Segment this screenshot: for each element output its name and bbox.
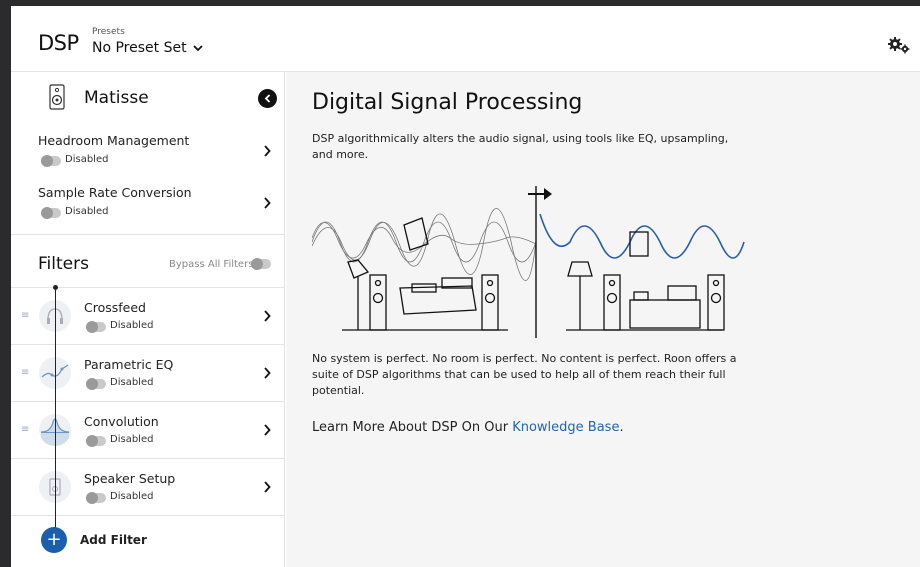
dsp-illustration [312,186,745,338]
body-text: No system is perfect. No room is perfect… [312,352,737,397]
headroom-toggle[interactable] [41,155,61,167]
drag-handle-icon[interactable]: ≡ [21,310,29,321]
preset-value: No Preset Set [92,40,187,56]
filter-name: Speaker Setup [84,471,176,486]
chevron-left-icon [264,94,270,103]
drag-handle-icon[interactable]: ≡ [21,367,29,378]
chevron-right-icon [264,310,271,322]
presets-label: Presets [92,27,125,37]
crossfeed-toggle[interactable] [86,321,106,333]
page-title: DSP [38,31,79,55]
learn-prefix: Learn More About DSP On Our [312,420,509,435]
filter-name: Crossfeed [84,300,146,315]
filter-name: Convolution [84,414,159,429]
speaker-icon [49,84,65,110]
learn-suffix: . [619,420,624,435]
chevron-down-icon [192,45,203,52]
sidebar: Matisse Headroom Management Disabled Sam… [11,72,285,567]
chevron-right-icon [264,367,271,379]
filters-title: Filters [38,254,89,274]
filter-row-crossfeed[interactable]: ≡ Crossfeed Disabled [11,288,285,345]
zone-header: Matisse [11,72,285,124]
bypass-all-toggle[interactable] [251,258,271,270]
filter-row-parametric-eq[interactable]: ≡ Parametric EQ Disabled [11,345,285,402]
chevron-right-icon [264,145,271,157]
main-panel: Digital Signal Processing DSP algorithmi… [286,72,920,567]
convolution-toggle[interactable] [86,435,106,447]
sample-rate-toggle[interactable] [41,207,61,219]
speaker-setup-toggle[interactable] [86,492,106,504]
filter-row-speaker-setup[interactable]: Speaker Setup Disabled [11,459,285,516]
plus-icon: + [41,527,67,553]
collapse-sidebar-button[interactable] [258,89,277,108]
main-title: Digital Signal Processing [312,90,583,115]
status-text: Disabled [110,320,154,331]
signal-path-dot [53,285,58,290]
header: DSP Presets No Preset Set [11,6,920,72]
learn-more: Learn More About DSP On Our Knowledge Ba… [312,420,624,435]
parametric-eq-toggle[interactable] [86,378,106,390]
status-text: Disabled [110,491,154,502]
signal-path-line [55,286,56,540]
drag-handle-icon[interactable]: ≡ [21,424,29,435]
dsp-window: DSP Presets No Preset Set Matisse Headro… [11,6,920,567]
chevron-right-icon [264,424,271,436]
setting-title: Headroom Management [38,133,190,148]
filter-row-convolution[interactable]: ≡ Convolution Disabled [11,402,285,459]
add-filter-label: Add Filter [80,533,147,547]
status-text: Disabled [110,434,154,445]
chevron-right-icon [264,481,271,493]
status-text: Disabled [65,154,109,165]
intro-text: DSP algorithmically alters the audio sig… [312,132,729,161]
preset-dropdown[interactable]: No Preset Set [92,40,203,56]
filter-name: Parametric EQ [84,357,174,372]
bypass-all-label: Bypass All Filters [169,259,254,270]
sample-rate-conversion-row[interactable]: Sample Rate Conversion Disabled [11,185,285,237]
gear-icon[interactable] [888,36,910,54]
setting-title: Sample Rate Conversion [38,185,192,200]
headroom-management-row[interactable]: Headroom Management Disabled [11,133,285,185]
chevron-right-icon [264,197,271,209]
add-filter-button[interactable]: + Add Filter [41,527,147,553]
filters-header: Filters Bypass All Filters [11,234,285,288]
status-text: Disabled [110,377,154,388]
knowledge-base-link[interactable]: Knowledge Base [512,420,619,435]
zone-name: Matisse [84,88,149,108]
status-text: Disabled [65,206,109,217]
